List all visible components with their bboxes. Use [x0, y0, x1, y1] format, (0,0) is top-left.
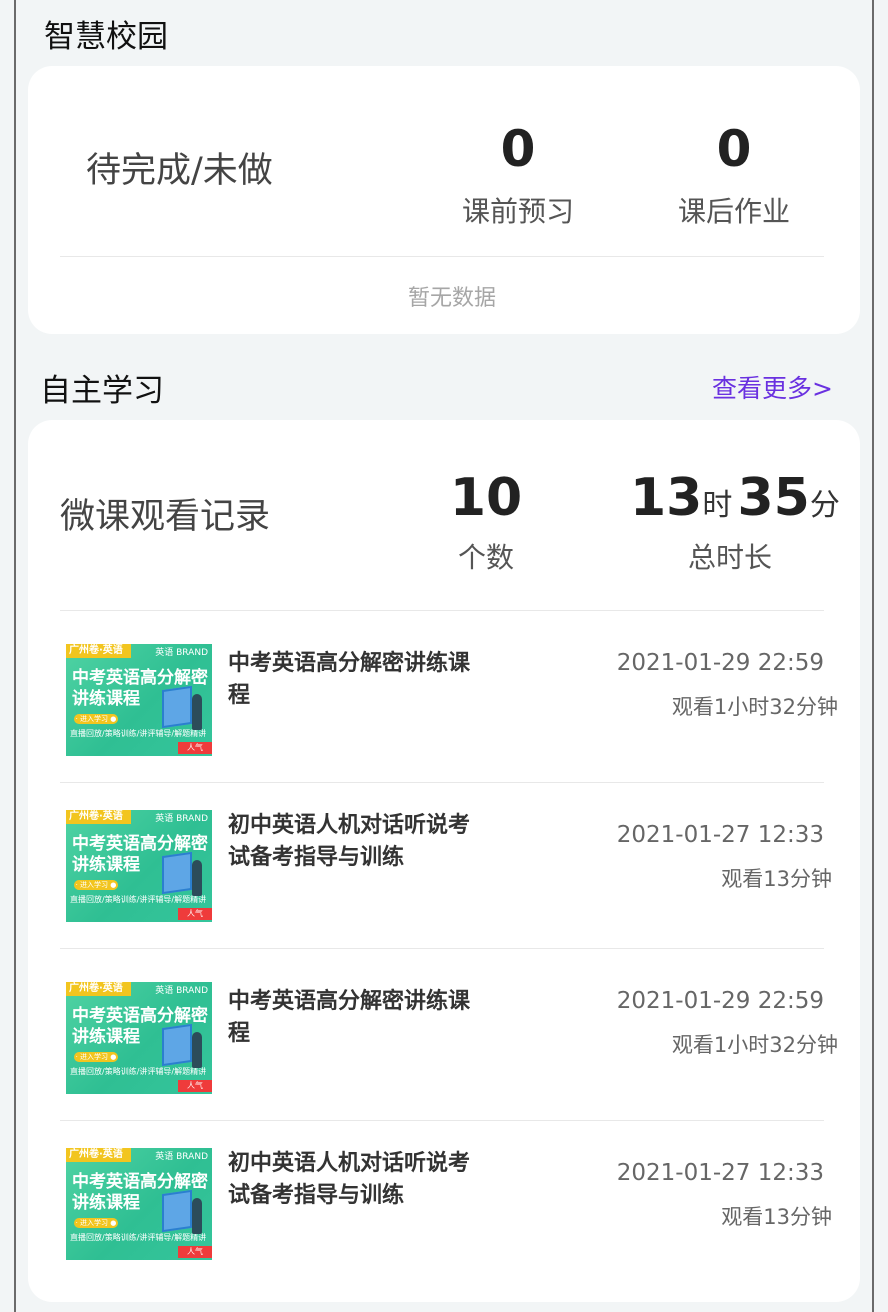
thumbnail-pill: · 进入学习 ● [74, 1052, 118, 1062]
thumbnail-tag: 广州卷·英语 [66, 982, 131, 996]
frame-border-left [14, 0, 16, 1312]
thumbnail-tag: 广州卷·英语 [66, 810, 131, 824]
course-title: 中考英语高分解密讲练课程 [228, 651, 471, 708]
pending-label: 待完成/未做 [86, 151, 273, 191]
course-title: 中考英语高分解密讲练课程 [228, 989, 471, 1046]
record-label: 微课观看记录 [60, 497, 271, 537]
total-duration-label: 总时长 [687, 541, 772, 574]
section-title-self-study: 自主学习 [40, 373, 164, 409]
thumbnail-person-graphic [192, 694, 202, 730]
thumbnail-brand: 英语 BRAND [155, 648, 208, 658]
preview-label: 课前预习 [461, 195, 574, 228]
thumbnail-pill: · 进入学习 ● [74, 714, 118, 724]
thumbnail-tag: 广州卷·英语 [66, 1148, 131, 1162]
duration-hours: 13 [630, 468, 703, 528]
watch-count-label: 个数 [457, 541, 514, 574]
view-more-link[interactable]: 查看更多> [712, 376, 833, 401]
course-thumbnail: 广州卷·英语 英语 BRAND 中考英语高分解密讲练课程 · 进入学习 ● 直播… [66, 982, 212, 1094]
duration-hours-unit: 时 [702, 488, 733, 523]
thumbnail-screen-graphic [162, 1023, 192, 1067]
thumbnail-strip: 直播回放/策略训练/讲评辅导/解题精讲 [70, 729, 207, 738]
course-thumbnail: 广州卷·英语 英语 BRAND 中考英语高分解密讲练课程 · 进入学习 ● 直播… [66, 810, 212, 922]
course-list-item[interactable]: 广州卷·英语 英语 BRAND 中考英语高分解密讲练课程 · 进入学习 ● 直播… [28, 782, 860, 948]
homework-label: 课后作业 [677, 195, 790, 228]
course-list-item[interactable]: 广州卷·英语 英语 BRAND 中考英语高分解密讲练课程 · 进入学习 ● 直播… [28, 1120, 860, 1290]
preview-count: 0 [500, 120, 536, 178]
watch-date: 2021-01-29 22:59 [616, 988, 824, 1014]
section-title-campus: 智慧校园 [44, 19, 168, 55]
watch-duration: 观看1小时32分钟 [671, 1033, 838, 1057]
homework-count: 0 [716, 120, 752, 178]
thumbnail-popular-badge: 人气NO.1 [178, 742, 212, 756]
duration-minutes: 35 [737, 468, 810, 528]
thumbnail-person-graphic [192, 1198, 202, 1234]
watch-duration: 观看13分钟 [721, 1205, 832, 1229]
thumbnail-pill: · 进入学习 ● [74, 1218, 118, 1228]
thumbnail-strip: 直播回放/策略训练/讲评辅导/解题精讲 [70, 1233, 207, 1242]
course-thumbnail: 广州卷·英语 英语 BRAND 中考英语高分解密讲练课程 · 进入学习 ● 直播… [66, 644, 212, 756]
thumbnail-popular-badge: 人气NO.1 [178, 908, 212, 922]
thumbnail-strip: 直播回放/策略训练/讲评辅导/解题精讲 [70, 1067, 207, 1076]
duration-minutes-unit: 分 [809, 488, 840, 523]
course-title: 初中英语人机对话听说考试备考指导与训练 [228, 1151, 471, 1208]
divider [60, 256, 824, 257]
thumbnail-screen-graphic [162, 1189, 192, 1233]
thumbnail-pill: · 进入学习 ● [74, 880, 118, 890]
course-title: 初中英语人机对话听说考试备考指导与训练 [228, 813, 471, 870]
thumbnail-person-graphic [192, 860, 202, 896]
course-list-item[interactable]: 广州卷·英语 英语 BRAND 中考英语高分解密讲练课程 · 进入学习 ● 直播… [28, 610, 860, 782]
course-list-item[interactable]: 广州卷·英语 英语 BRAND 中考英语高分解密讲练课程 · 进入学习 ● 直播… [28, 948, 860, 1120]
thumbnail-screen-graphic [162, 851, 192, 895]
watch-date: 2021-01-27 12:33 [616, 1160, 824, 1186]
watch-duration: 观看1小时32分钟 [671, 695, 838, 719]
thumbnail-brand: 英语 BRAND [155, 1152, 208, 1162]
watch-duration: 观看13分钟 [721, 867, 832, 891]
thumbnail-screen-graphic [162, 685, 192, 729]
thumbnail-brand: 英语 BRAND [155, 814, 208, 824]
frame-border-right [872, 0, 874, 1312]
self-study-card: 微课观看记录 10 个数 13时 35分 总时长 广州卷·英语 英语 BRAND… [28, 420, 860, 1302]
empty-state: 暂无数据 [407, 286, 496, 311]
watch-count: 10 [449, 468, 523, 528]
thumbnail-popular-badge: 人气NO.1 [178, 1246, 212, 1260]
total-duration: 13时 35分 [630, 472, 840, 524]
thumbnail-person-graphic [192, 1032, 202, 1068]
thumbnail-strip: 直播回放/策略训练/讲评辅导/解题精讲 [70, 895, 207, 904]
watch-date: 2021-01-27 12:33 [616, 822, 824, 848]
watch-date: 2021-01-29 22:59 [616, 650, 824, 676]
thumbnail-tag: 广州卷·英语 [66, 644, 131, 658]
campus-card: 待完成/未做 0 课前预习 0 课后作业 暂无数据 [28, 66, 860, 334]
course-thumbnail: 广州卷·英语 英语 BRAND 中考英语高分解密讲练课程 · 进入学习 ● 直播… [66, 1148, 212, 1260]
thumbnail-brand: 英语 BRAND [155, 986, 208, 996]
thumbnail-popular-badge: 人气NO.1 [178, 1080, 212, 1094]
